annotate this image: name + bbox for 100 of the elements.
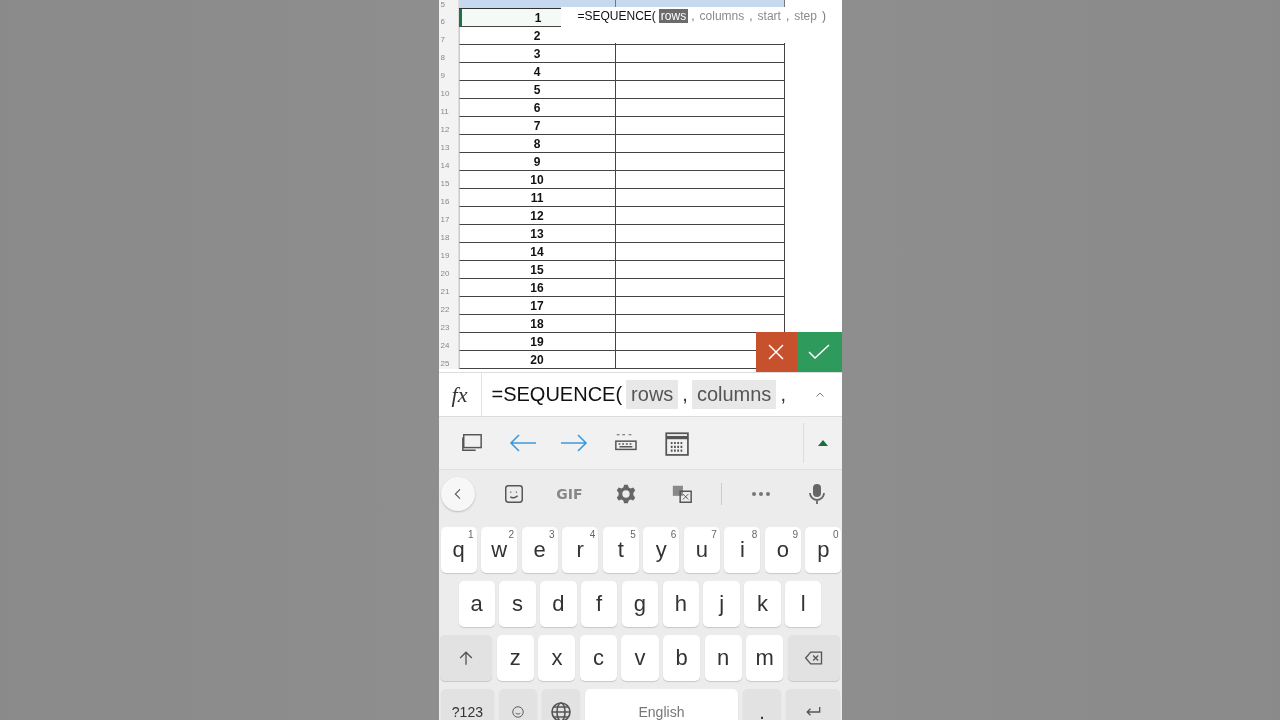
keyboard-key[interactable]: w 2 — [481, 527, 518, 573]
table-cell: 12 — [458, 207, 616, 225]
key-hint: 7 — [711, 529, 717, 540]
key-hint: 4 — [589, 529, 596, 540]
separator: , — [780, 383, 786, 406]
separator: , — [682, 383, 688, 406]
key-hint: 8 — [751, 529, 758, 540]
right-arrow-icon — [560, 434, 588, 452]
key-hint: 5 — [630, 529, 636, 540]
keyboard-key[interactable]: d — [540, 581, 577, 627]
row-number: 11 — [438, 99, 459, 117]
function-label: fx — [438, 373, 482, 416]
argument-name: step — [793, 9, 818, 23]
microphone-icon — [807, 483, 826, 505]
row-number: 19 — [438, 243, 459, 261]
argument-name: columns — [698, 9, 746, 23]
period-key[interactable]: . — [742, 689, 782, 720]
globe-icon — [548, 700, 573, 720]
table-cell: 10 — [458, 171, 616, 189]
argument-name: rows — [658, 9, 689, 23]
triangle-up-icon — [817, 440, 828, 446]
keyboard-key[interactable]: r 4 — [562, 527, 599, 573]
more-icon — [751, 492, 770, 496]
keyboard-key[interactable]: x — [538, 635, 576, 681]
row-number: 12 — [438, 117, 459, 135]
row-number: 25 — [438, 351, 459, 369]
table-cell: 19 — [458, 333, 616, 351]
table-cell: 18 — [458, 315, 616, 333]
table-cell: 17 — [458, 297, 616, 315]
keyboard-key[interactable]: c — [579, 635, 617, 681]
table-cell: 6 — [458, 99, 616, 117]
keyboard-key[interactable]: i 8 — [724, 527, 761, 573]
row-number: 24 — [438, 333, 459, 351]
row-number: 13 — [438, 135, 459, 153]
table-cell: 13 — [458, 225, 616, 243]
separator: , — [749, 9, 753, 23]
argument-name: start — [756, 9, 782, 23]
key-hint: 6 — [670, 529, 677, 540]
backspace-key[interactable] — [787, 635, 840, 681]
symbols-key[interactable]: ?123 — [440, 689, 495, 720]
monitor-icon — [459, 432, 485, 454]
keyboard-key[interactable]: h — [662, 581, 699, 627]
table-cell: 7 — [458, 117, 616, 135]
keyboard-key[interactable]: b — [663, 635, 701, 681]
row-number: 21 — [438, 279, 459, 297]
separator: , — [785, 9, 790, 23]
keyboard-key[interactable]: f — [581, 581, 618, 627]
keyboard-key[interactable]: e 3 — [521, 527, 558, 573]
row-number: 9 — [438, 63, 459, 81]
table-cell: 16 — [458, 279, 616, 297]
close-icon — [767, 343, 785, 361]
key-hint: 9 — [792, 529, 798, 540]
calendar-icon — [663, 430, 689, 456]
keyboard-key[interactable]: t 5 — [602, 527, 639, 573]
keyboard-key[interactable]: l — [785, 581, 822, 627]
key-hint: 2 — [508, 529, 515, 540]
check-icon — [808, 344, 830, 360]
row-number: 10 — [438, 81, 459, 99]
keyboard-key[interactable]: k — [744, 581, 781, 627]
keyboard-key[interactable]: a — [458, 581, 495, 627]
keyboard-key[interactable]: y 6 — [643, 527, 680, 573]
row-number: 22 — [438, 297, 459, 315]
keyboard-key[interactable]: g — [621, 581, 659, 627]
table-cell: 4 — [458, 63, 616, 81]
keyboard-key[interactable]: j — [703, 581, 740, 627]
table-cell: 20 — [458, 351, 616, 369]
key-hint: 0 — [832, 529, 839, 540]
row-number: 14 — [438, 153, 459, 171]
keyboard-key[interactable]: o 9 — [764, 527, 801, 573]
table-cell: 3 — [458, 45, 616, 63]
keyboard-key[interactable]: n — [704, 635, 742, 681]
translate-icon — [670, 483, 693, 505]
keyboard-key[interactable]: q 1 — [440, 527, 477, 573]
row-number: 16 — [438, 189, 459, 207]
table-cell: 5 — [458, 81, 616, 99]
settings-icon — [614, 483, 637, 505]
keyboard-key[interactable]: v — [621, 635, 659, 681]
table-cell: 11 — [458, 189, 616, 207]
keyboard-key[interactable]: m — [746, 635, 784, 681]
cancel-button[interactable] — [755, 332, 797, 372]
key-hint: 3 — [549, 529, 555, 540]
row-number: 17 — [438, 207, 459, 225]
key-hint: 1 — [468, 529, 474, 540]
formula-text: =SEQUENCE( — [491, 383, 623, 406]
row-number: 20 — [438, 261, 459, 279]
space-key[interactable]: English — [584, 689, 739, 720]
table-cell: 14 — [458, 243, 616, 261]
row-number: 23 — [438, 315, 459, 333]
keyboard-key[interactable]: p 0 — [805, 527, 842, 573]
keyboard-key[interactable]: z — [496, 635, 534, 681]
row-number: 6 — [438, 9, 459, 27]
left-arrow-icon — [509, 434, 537, 452]
keyboard-key[interactable]: u 7 — [683, 527, 720, 573]
closing-parenthesis: ) — [821, 9, 826, 23]
table-cell: 8 — [458, 135, 616, 153]
keyboard-key[interactable]: s — [499, 581, 536, 627]
confirm-button[interactable] — [796, 332, 842, 372]
smiley-icon — [511, 705, 525, 719]
language-key[interactable] — [541, 689, 581, 720]
sticker-icon — [502, 483, 525, 505]
